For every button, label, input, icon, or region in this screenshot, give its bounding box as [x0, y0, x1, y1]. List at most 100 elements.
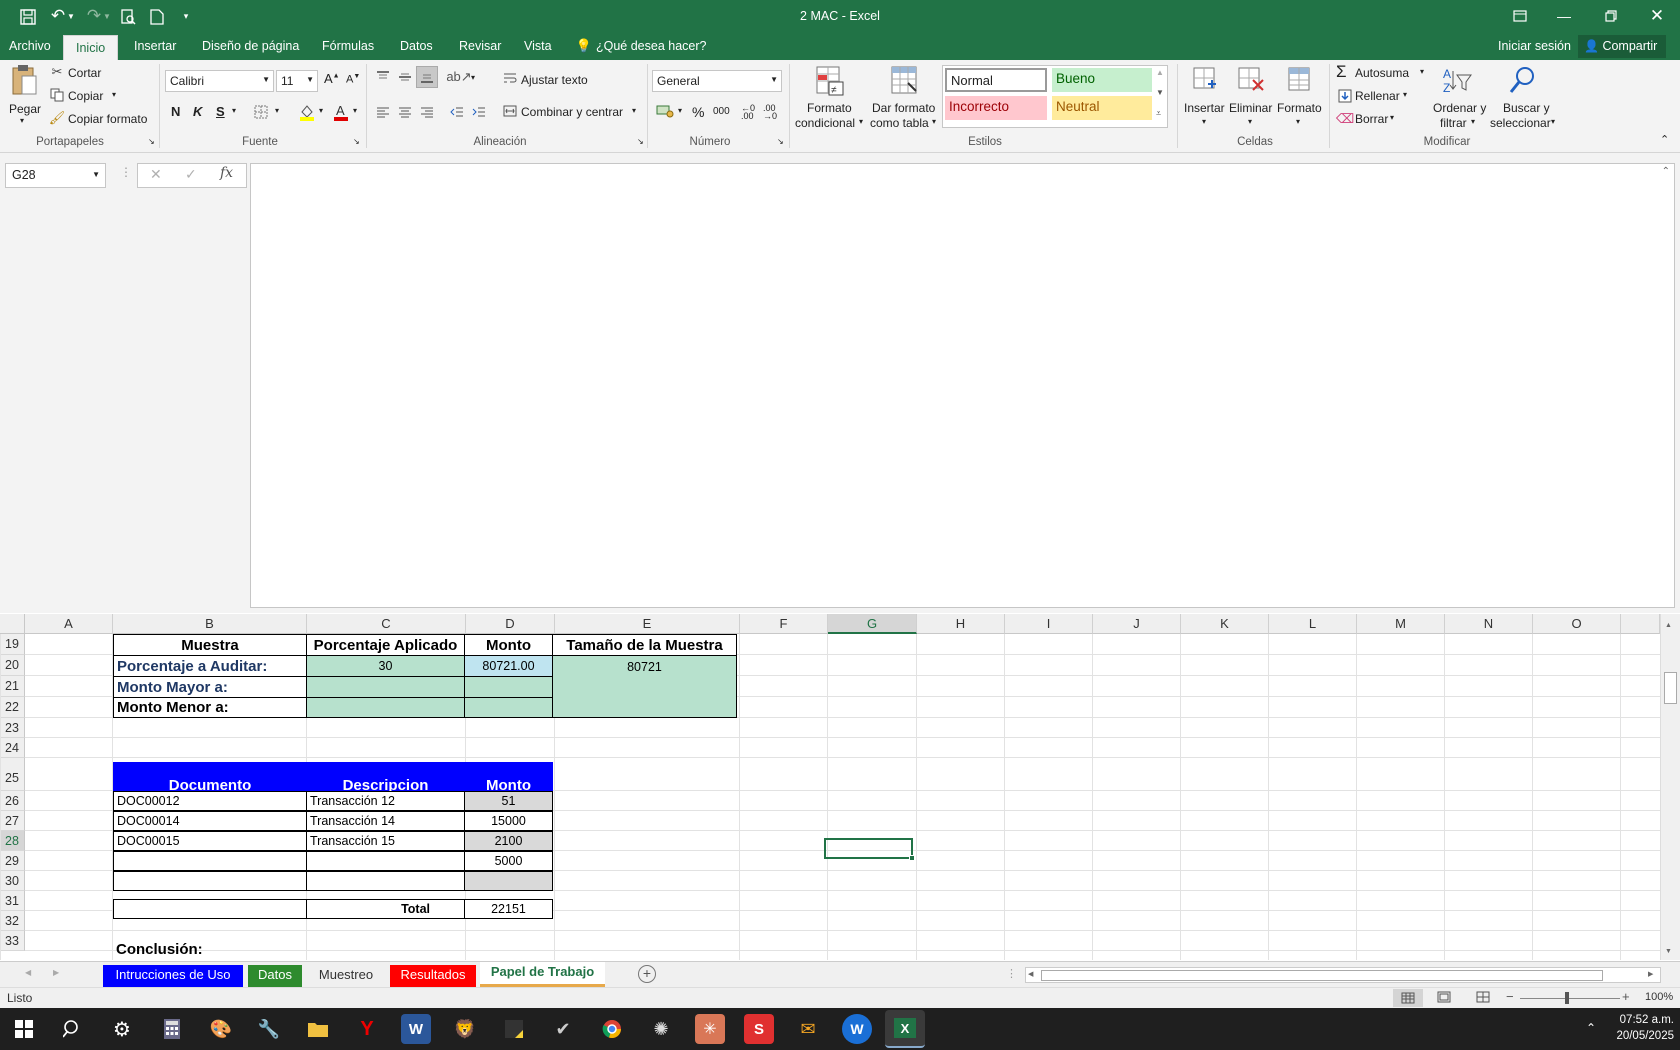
find-select-label-1[interactable]: Buscar y: [1503, 101, 1550, 115]
conditional-format-label-2[interactable]: condicional: [795, 116, 855, 130]
column-header-l[interactable]: L: [1269, 614, 1357, 634]
chrome-icon[interactable]: [597, 1014, 627, 1044]
delete-cells-button[interactable]: Eliminar: [1229, 101, 1272, 115]
table-cell-doc-monto[interactable]: 5000: [464, 851, 553, 871]
orientation-icon[interactable]: ab↗: [446, 68, 471, 86]
redo-dropdown-icon[interactable]: ▼: [103, 8, 111, 24]
formula-splitter-icon[interactable]: ⋮: [120, 165, 132, 179]
table-cell-doc-id[interactable]: [113, 871, 307, 891]
fill-handle[interactable]: [909, 855, 915, 861]
row-header-31[interactable]: 31: [0, 891, 25, 911]
table-cell-doc-monto[interactable]: 15000: [464, 811, 553, 831]
cell-e19[interactable]: Tamaño de la Muestra: [552, 634, 737, 656]
font-launcher-icon[interactable]: ↘: [353, 137, 360, 146]
gallery-more-icon[interactable]: ⩡: [1156, 108, 1161, 119]
table-cell-doc-monto[interactable]: 51: [464, 791, 553, 811]
cell-b20[interactable]: Porcentaje a Auditar:: [113, 655, 307, 677]
brave-browser-icon[interactable]: 🦁: [450, 1014, 480, 1044]
conditional-format-icon[interactable]: ≠: [814, 64, 846, 98]
tools-app-icon[interactable]: 🔧: [254, 1014, 284, 1044]
clock-date[interactable]: 20/05/2025: [1604, 1030, 1674, 1042]
column-header-c[interactable]: C: [307, 614, 466, 634]
yandex-browser-icon[interactable]: Y: [352, 1014, 382, 1044]
paint-app-icon[interactable]: 🎨: [206, 1014, 236, 1044]
paste-button[interactable]: Pegar: [9, 102, 41, 116]
borders-dropdown-icon[interactable]: ▾: [275, 106, 279, 115]
chevron-down-icon[interactable]: ▾: [859, 117, 863, 126]
column-header-partial[interactable]: [1621, 614, 1660, 634]
tab-insertar[interactable]: Insertar: [134, 39, 176, 53]
sheet-tab-muestreo[interactable]: Muestreo: [307, 965, 385, 987]
collapse-formula-bar-icon[interactable]: ⌃: [1662, 166, 1670, 177]
decrease-indent-icon[interactable]: [448, 103, 466, 121]
wrap-text-icon[interactable]: [502, 70, 518, 86]
select-all-corner[interactable]: [0, 614, 25, 634]
table-cell-doc-desc[interactable]: Transacción 15: [306, 831, 465, 851]
gallery-scroll-up-icon[interactable]: ▲: [1156, 68, 1164, 77]
number-format-select[interactable]: General ▼: [652, 70, 782, 92]
wrap-text-button[interactable]: Ajustar texto: [521, 73, 588, 87]
thousands-button[interactable]: 000: [713, 106, 730, 117]
insert-function-icon[interactable]: fx: [220, 165, 233, 181]
column-header-a[interactable]: A: [25, 614, 113, 634]
mail-app-icon[interactable]: ✉: [793, 1014, 823, 1044]
chevron-down-icon[interactable]: ▾: [1390, 113, 1394, 122]
tab-datos[interactable]: Datos: [400, 39, 433, 53]
selected-cell-g28[interactable]: [824, 838, 913, 859]
orientation-dropdown-icon[interactable]: ▾: [471, 73, 475, 82]
paste-dropdown-icon[interactable]: ▾: [20, 116, 24, 125]
cell-c22[interactable]: [306, 697, 465, 718]
excel-taskbar-icon[interactable]: X: [885, 1010, 925, 1048]
column-header-f[interactable]: F: [740, 614, 828, 634]
column-header-o[interactable]: O: [1533, 614, 1621, 634]
underline-button[interactable]: S: [216, 104, 225, 119]
clipboard-launcher-icon[interactable]: ↘: [148, 137, 155, 146]
column-header-d[interactable]: D: [466, 614, 555, 634]
delete-cells-icon[interactable]: [1236, 64, 1266, 96]
insert-cells-button[interactable]: Insertar: [1184, 101, 1225, 115]
table-cell-doc-id[interactable]: DOC00012: [113, 791, 307, 811]
format-as-table-label-1[interactable]: Dar formato: [872, 101, 935, 115]
chevron-down-icon[interactable]: ▾: [1420, 67, 1424, 76]
chevron-down-icon[interactable]: ▾: [1403, 90, 1407, 99]
format-painter-button[interactable]: Copiar formato: [68, 112, 147, 126]
sigma-icon[interactable]: Σ: [1336, 62, 1347, 82]
ribbon-display-icon[interactable]: [1508, 6, 1532, 26]
align-center-icon[interactable]: [396, 103, 414, 121]
number-launcher-icon[interactable]: ↘: [777, 137, 784, 146]
style-bad[interactable]: Incorrecto: [945, 96, 1047, 120]
font-color-dropdown-icon[interactable]: ▾: [353, 106, 357, 115]
add-sheet-icon[interactable]: +: [638, 965, 656, 983]
sheet-prev-icon[interactable]: ◀: [25, 968, 31, 977]
table-cell-doc-desc[interactable]: Transacción 14: [306, 811, 465, 831]
cell-b31[interactable]: [113, 899, 307, 919]
scroll-up-icon[interactable]: ▲: [1665, 622, 1672, 629]
sheet-tab-datos[interactable]: Datos: [248, 965, 302, 987]
find-select-label-2[interactable]: seleccionar: [1490, 116, 1551, 130]
copy-button[interactable]: Copiar: [68, 89, 103, 103]
row-header-22[interactable]: 22: [0, 697, 25, 718]
row-header-19[interactable]: 19: [0, 634, 25, 655]
windows-start-icon[interactable]: [9, 1014, 39, 1044]
decrease-font-icon[interactable]: A▼: [346, 73, 360, 86]
insert-cells-icon[interactable]: [1190, 64, 1220, 96]
accounting-format-icon[interactable]: [655, 102, 675, 120]
align-middle-icon[interactable]: [396, 68, 414, 86]
name-box[interactable]: G28 ▼: [5, 163, 106, 188]
tab-vista[interactable]: Vista: [524, 39, 552, 53]
cell-b33[interactable]: Conclusión:: [113, 939, 307, 959]
new-file-icon[interactable]: [147, 7, 167, 27]
cell-d31[interactable]: 22151: [464, 899, 553, 919]
column-header-m[interactable]: M: [1357, 614, 1445, 634]
zoom-in-icon[interactable]: +: [1622, 989, 1630, 1004]
format-painter-icon[interactable]: 🖌: [49, 110, 66, 126]
row-header-33[interactable]: 33: [0, 931, 25, 951]
formula-input[interactable]: ⌃: [250, 163, 1675, 608]
sort-filter-label-1[interactable]: Ordenar y: [1433, 101, 1486, 115]
format-as-table-label-2[interactable]: como tabla: [870, 116, 929, 130]
scroll-left-icon[interactable]: ◀: [1028, 970, 1033, 978]
clear-button[interactable]: Borrar: [1355, 112, 1388, 126]
enter-formula-icon[interactable]: ✓: [185, 166, 197, 183]
table-cell-doc-monto[interactable]: [464, 871, 553, 891]
row-header-29[interactable]: 29: [0, 851, 25, 871]
